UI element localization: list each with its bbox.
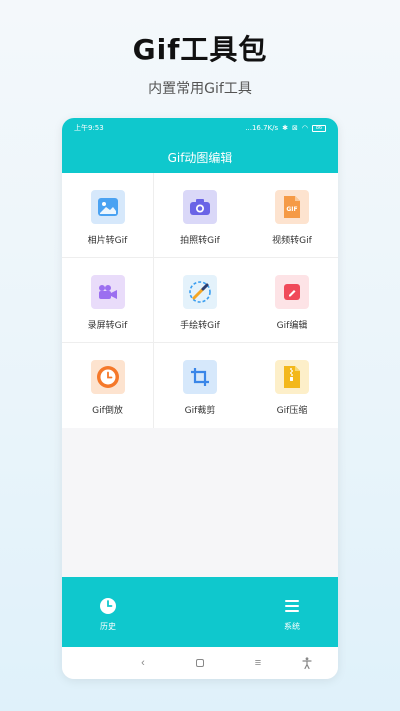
gif-file-icon: GIF: [275, 190, 309, 224]
network-speed: ...16.7K/s: [245, 124, 279, 132]
tool-label: 相片转Gif: [87, 236, 128, 246]
tool-label: 手绘转Gif: [180, 321, 220, 331]
tool-item-paintbrush[interactable]: 手绘转Gif: [154, 258, 246, 343]
promo-title: Gif工具包: [132, 33, 268, 66]
bottom-nav: 历史 系统: [62, 577, 338, 647]
recents-icon[interactable]: ≡: [250, 655, 266, 671]
clock-icon: [100, 598, 116, 614]
bluetooth-icon: ✱: [282, 124, 289, 132]
tool-label: 拍照转Gif: [180, 236, 220, 246]
nav-system[interactable]: 系统: [262, 597, 322, 632]
status-bar: 上午9:53 ...16.7K/s ✱ ⊠ ◠ 86: [62, 118, 338, 138]
crop-icon: [183, 360, 217, 394]
status-time: 上午9:53: [74, 124, 104, 132]
accessibility-icon[interactable]: [299, 655, 315, 671]
nav-history[interactable]: 历史: [78, 597, 138, 632]
menu-icon: [285, 600, 299, 612]
phone-screen: 上午9:53 ...16.7K/s ✱ ⊠ ◠ 86 Gif动图编辑 相片转Gi…: [62, 118, 338, 679]
app-title: Gif动图编辑: [167, 151, 233, 165]
tool-item-gif-file[interactable]: GIF 视频转Gif: [246, 173, 338, 258]
zip-file-icon: [275, 360, 309, 394]
tool-item-crop[interactable]: Gif裁剪: [154, 343, 246, 428]
tool-item-camera[interactable]: 拍照转Gif: [154, 173, 246, 258]
battery-icon: 86: [312, 124, 326, 132]
tool-label: Gif压缩: [276, 406, 308, 416]
nav-system-label: 系统: [284, 622, 300, 631]
app-header: 上午9:53 ...16.7K/s ✱ ⊠ ◠ 86 Gif动图编辑: [62, 118, 338, 173]
edit-icon: [275, 275, 309, 309]
tool-item-edit[interactable]: Gif编辑: [246, 258, 338, 343]
tool-label: Gif倒放: [92, 406, 123, 416]
sim-icon: ⊠: [292, 124, 298, 132]
tool-item-zip-file[interactable]: Gif压缩: [246, 343, 338, 428]
tool-item-video-camera[interactable]: 录屏转Gif: [62, 258, 154, 343]
tool-grid: 相片转Gif 拍照转Gif GIF 视频转Gif 录屏转Gif 手绘转Gif Gif编辑 Gi…: [62, 173, 338, 428]
nav-history-label: 历史: [100, 622, 116, 631]
system-nav-bar: ‹ ≡: [62, 647, 338, 679]
tool-item-clock[interactable]: Gif倒放: [62, 343, 154, 428]
promo-subtitle: 内置常用Gif工具: [148, 81, 252, 97]
tool-label: 视频转Gif: [272, 236, 312, 246]
back-icon[interactable]: ‹: [135, 655, 151, 671]
home-icon[interactable]: [192, 655, 208, 671]
tool-label: 录屏转Gif: [87, 321, 128, 331]
image-icon: [90, 190, 125, 224]
paintbrush-icon: [183, 275, 217, 309]
wifi-icon: ◠: [301, 124, 308, 132]
tool-label: Gif裁剪: [184, 406, 216, 416]
tool-label: Gif编辑: [276, 321, 308, 331]
camera-icon: [183, 190, 217, 224]
clock-icon: [90, 360, 125, 394]
video-camera-icon: [90, 275, 125, 309]
svg-text:GIF: GIF: [286, 206, 297, 213]
tool-item-image[interactable]: 相片转Gif: [62, 173, 154, 258]
